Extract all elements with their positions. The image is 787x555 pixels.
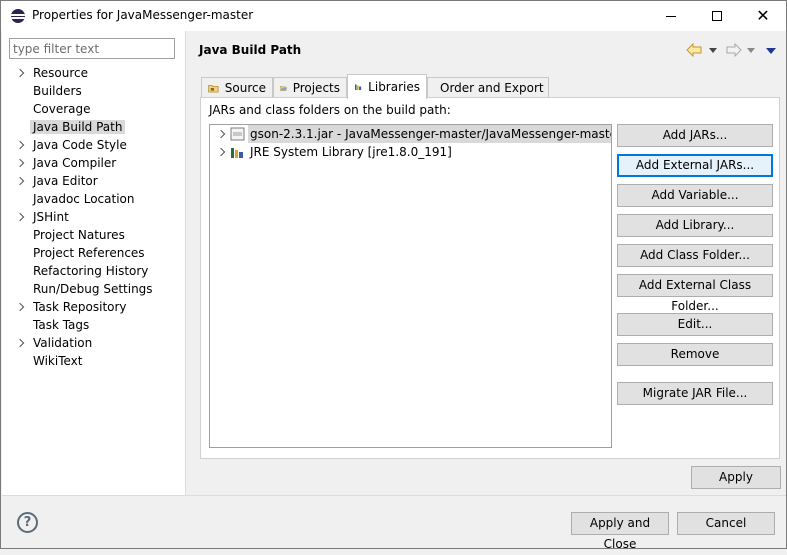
- library-tree[interactable]: gson-2.3.1.jar - JavaMessenger-master/Ja…: [209, 124, 612, 448]
- library-icon: [355, 84, 362, 91]
- tab-label: Libraries: [368, 80, 420, 94]
- nav-item-builders[interactable]: Builders: [2, 82, 185, 100]
- nav-item-validation[interactable]: Validation: [2, 334, 185, 352]
- minimize-icon: [666, 15, 676, 17]
- nav-item-task-tags[interactable]: Task Tags: [2, 316, 185, 334]
- nav-item-jshint[interactable]: JSHint: [2, 208, 185, 226]
- forward-dropdown-icon[interactable]: [747, 48, 755, 53]
- back-arrow-icon[interactable]: [686, 43, 702, 57]
- nav-item-java-editor[interactable]: Java Editor: [2, 172, 185, 190]
- nav-item-label: Refactoring History: [33, 264, 149, 278]
- add-external-jars-button[interactable]: Add External JARs...: [617, 154, 773, 177]
- window-title: Properties for JavaMessenger-master: [32, 8, 254, 22]
- close-icon: ✕: [756, 6, 770, 25]
- chevron-right-icon[interactable]: [15, 334, 25, 352]
- title-bar: Properties for JavaMessenger-master ✕: [1, 1, 786, 31]
- cancel-button[interactable]: Cancel: [677, 512, 775, 535]
- apply-and-close-button[interactable]: Apply and Close: [571, 512, 669, 551]
- maximize-button[interactable]: [694, 1, 740, 31]
- nav-item-label: Java Compiler: [33, 156, 117, 170]
- help-icon[interactable]: ?: [17, 512, 38, 533]
- source-folder-icon: [208, 84, 219, 93]
- nav-item-label: Resource: [33, 66, 89, 80]
- nav-item-run-debug-settings[interactable]: Run/Debug Settings: [2, 280, 185, 298]
- nav-item-refactoring-history[interactable]: Refactoring History: [2, 262, 185, 280]
- nav-item-java-compiler[interactable]: Java Compiler: [2, 154, 185, 172]
- nav-item-label: Java Editor: [33, 174, 98, 188]
- nav-item-java-code-style[interactable]: Java Code Style: [2, 136, 185, 154]
- forward-arrow-icon[interactable]: [726, 43, 742, 57]
- nav-item-wikitext[interactable]: WikiText: [2, 352, 185, 370]
- tab-projects[interactable]: Projects: [273, 77, 347, 98]
- chevron-right-icon[interactable]: [15, 64, 25, 82]
- footer-divider: [2, 495, 786, 496]
- migrate-jar-button[interactable]: Migrate JAR File...: [617, 382, 773, 405]
- project-folder-icon: [280, 86, 287, 91]
- filter-input[interactable]: [9, 38, 175, 59]
- nav-item-project-references[interactable]: Project References: [2, 244, 185, 262]
- nav-item-label: Run/Debug Settings: [33, 282, 153, 296]
- property-page-tree: Resource Builders Coverage Java Build Pa…: [2, 64, 185, 370]
- add-variable-button[interactable]: Add Variable...: [617, 184, 773, 207]
- eclipse-icon: [11, 9, 25, 23]
- view-menu-icon[interactable]: [766, 48, 776, 54]
- properties-dialog: Properties for JavaMessenger-master ✕ Re…: [0, 0, 787, 551]
- nav-item-project-natures[interactable]: Project Natures: [2, 226, 185, 244]
- nav-item-label: Java Build Path: [30, 120, 126, 134]
- chevron-right-icon[interactable]: [15, 172, 25, 190]
- page-title: Java Build Path: [199, 43, 302, 57]
- chevron-right-icon[interactable]: [15, 298, 25, 316]
- nav-item-label: Builders: [33, 84, 82, 98]
- nav-item-label: Project References: [33, 246, 145, 260]
- libraries-label: JARs and class folders on the build path…: [209, 103, 451, 117]
- nav-item-label: WikiText: [33, 354, 83, 368]
- nav-item-label: JSHint: [33, 210, 69, 224]
- nav-item-label: Task Tags: [33, 318, 90, 332]
- nav-item-label: Project Natures: [33, 228, 125, 242]
- apply-button[interactable]: Apply: [691, 466, 781, 489]
- edit-button[interactable]: Edit...: [617, 313, 773, 336]
- history-navigation: [686, 43, 778, 59]
- chevron-right-icon[interactable]: [216, 125, 226, 143]
- tab-label: Source: [224, 81, 266, 95]
- chevron-right-icon[interactable]: [15, 208, 25, 226]
- chevron-right-icon[interactable]: [15, 154, 25, 172]
- nav-item-coverage[interactable]: Coverage: [2, 100, 185, 118]
- tab-source[interactable]: Source: [201, 77, 273, 98]
- back-dropdown-icon[interactable]: [709, 48, 717, 53]
- add-class-folder-button[interactable]: Add Class Folder...: [617, 244, 773, 267]
- left-panel: Resource Builders Coverage Java Build Pa…: [2, 31, 186, 495]
- list-item[interactable]: gson-2.3.1.jar - JavaMessenger-master/Ja…: [210, 125, 611, 143]
- library-entry-label: gson-2.3.1.jar - JavaMessenger-master/Ja…: [248, 125, 611, 143]
- libraries-tab-panel: JARs and class folders on the build path…: [200, 97, 780, 459]
- add-library-button[interactable]: Add Library...: [617, 214, 773, 237]
- nav-item-label: Task Repository: [33, 300, 127, 314]
- library-icon: [231, 148, 243, 158]
- nav-item-resource[interactable]: Resource: [2, 64, 185, 82]
- tab-label: Order and Export: [440, 81, 544, 95]
- minimize-button[interactable]: [648, 1, 694, 31]
- nav-item-label: Coverage: [33, 102, 91, 116]
- nav-item-label: Javadoc Location: [33, 192, 135, 206]
- close-button[interactable]: ✕: [740, 1, 786, 31]
- library-entry-label: JRE System Library [jre1.8.0_191]: [250, 145, 452, 159]
- nav-item-javadoc-location[interactable]: Javadoc Location: [2, 190, 185, 208]
- nav-item-label: Java Code Style: [33, 138, 127, 152]
- add-jars-button[interactable]: Add JARs...: [617, 124, 773, 147]
- tab-libraries[interactable]: Libraries: [347, 74, 427, 99]
- nav-item-label: Validation: [33, 336, 93, 350]
- add-external-class-folder-button[interactable]: Add External Class Folder...: [617, 274, 773, 313]
- nav-item-java-build-path[interactable]: Java Build Path: [2, 118, 185, 136]
- tab-label: Projects: [292, 81, 340, 95]
- list-item[interactable]: JRE System Library [jre1.8.0_191]: [210, 143, 611, 161]
- tab-order-and-export[interactable]: Order and Export: [427, 77, 549, 98]
- nav-item-task-repository[interactable]: Task Repository: [2, 298, 185, 316]
- maximize-icon: [712, 11, 722, 21]
- chevron-right-icon[interactable]: [15, 136, 25, 154]
- remove-button[interactable]: Remove: [617, 343, 773, 366]
- jar-file-icon: [230, 127, 245, 141]
- chevron-right-icon[interactable]: [216, 143, 226, 161]
